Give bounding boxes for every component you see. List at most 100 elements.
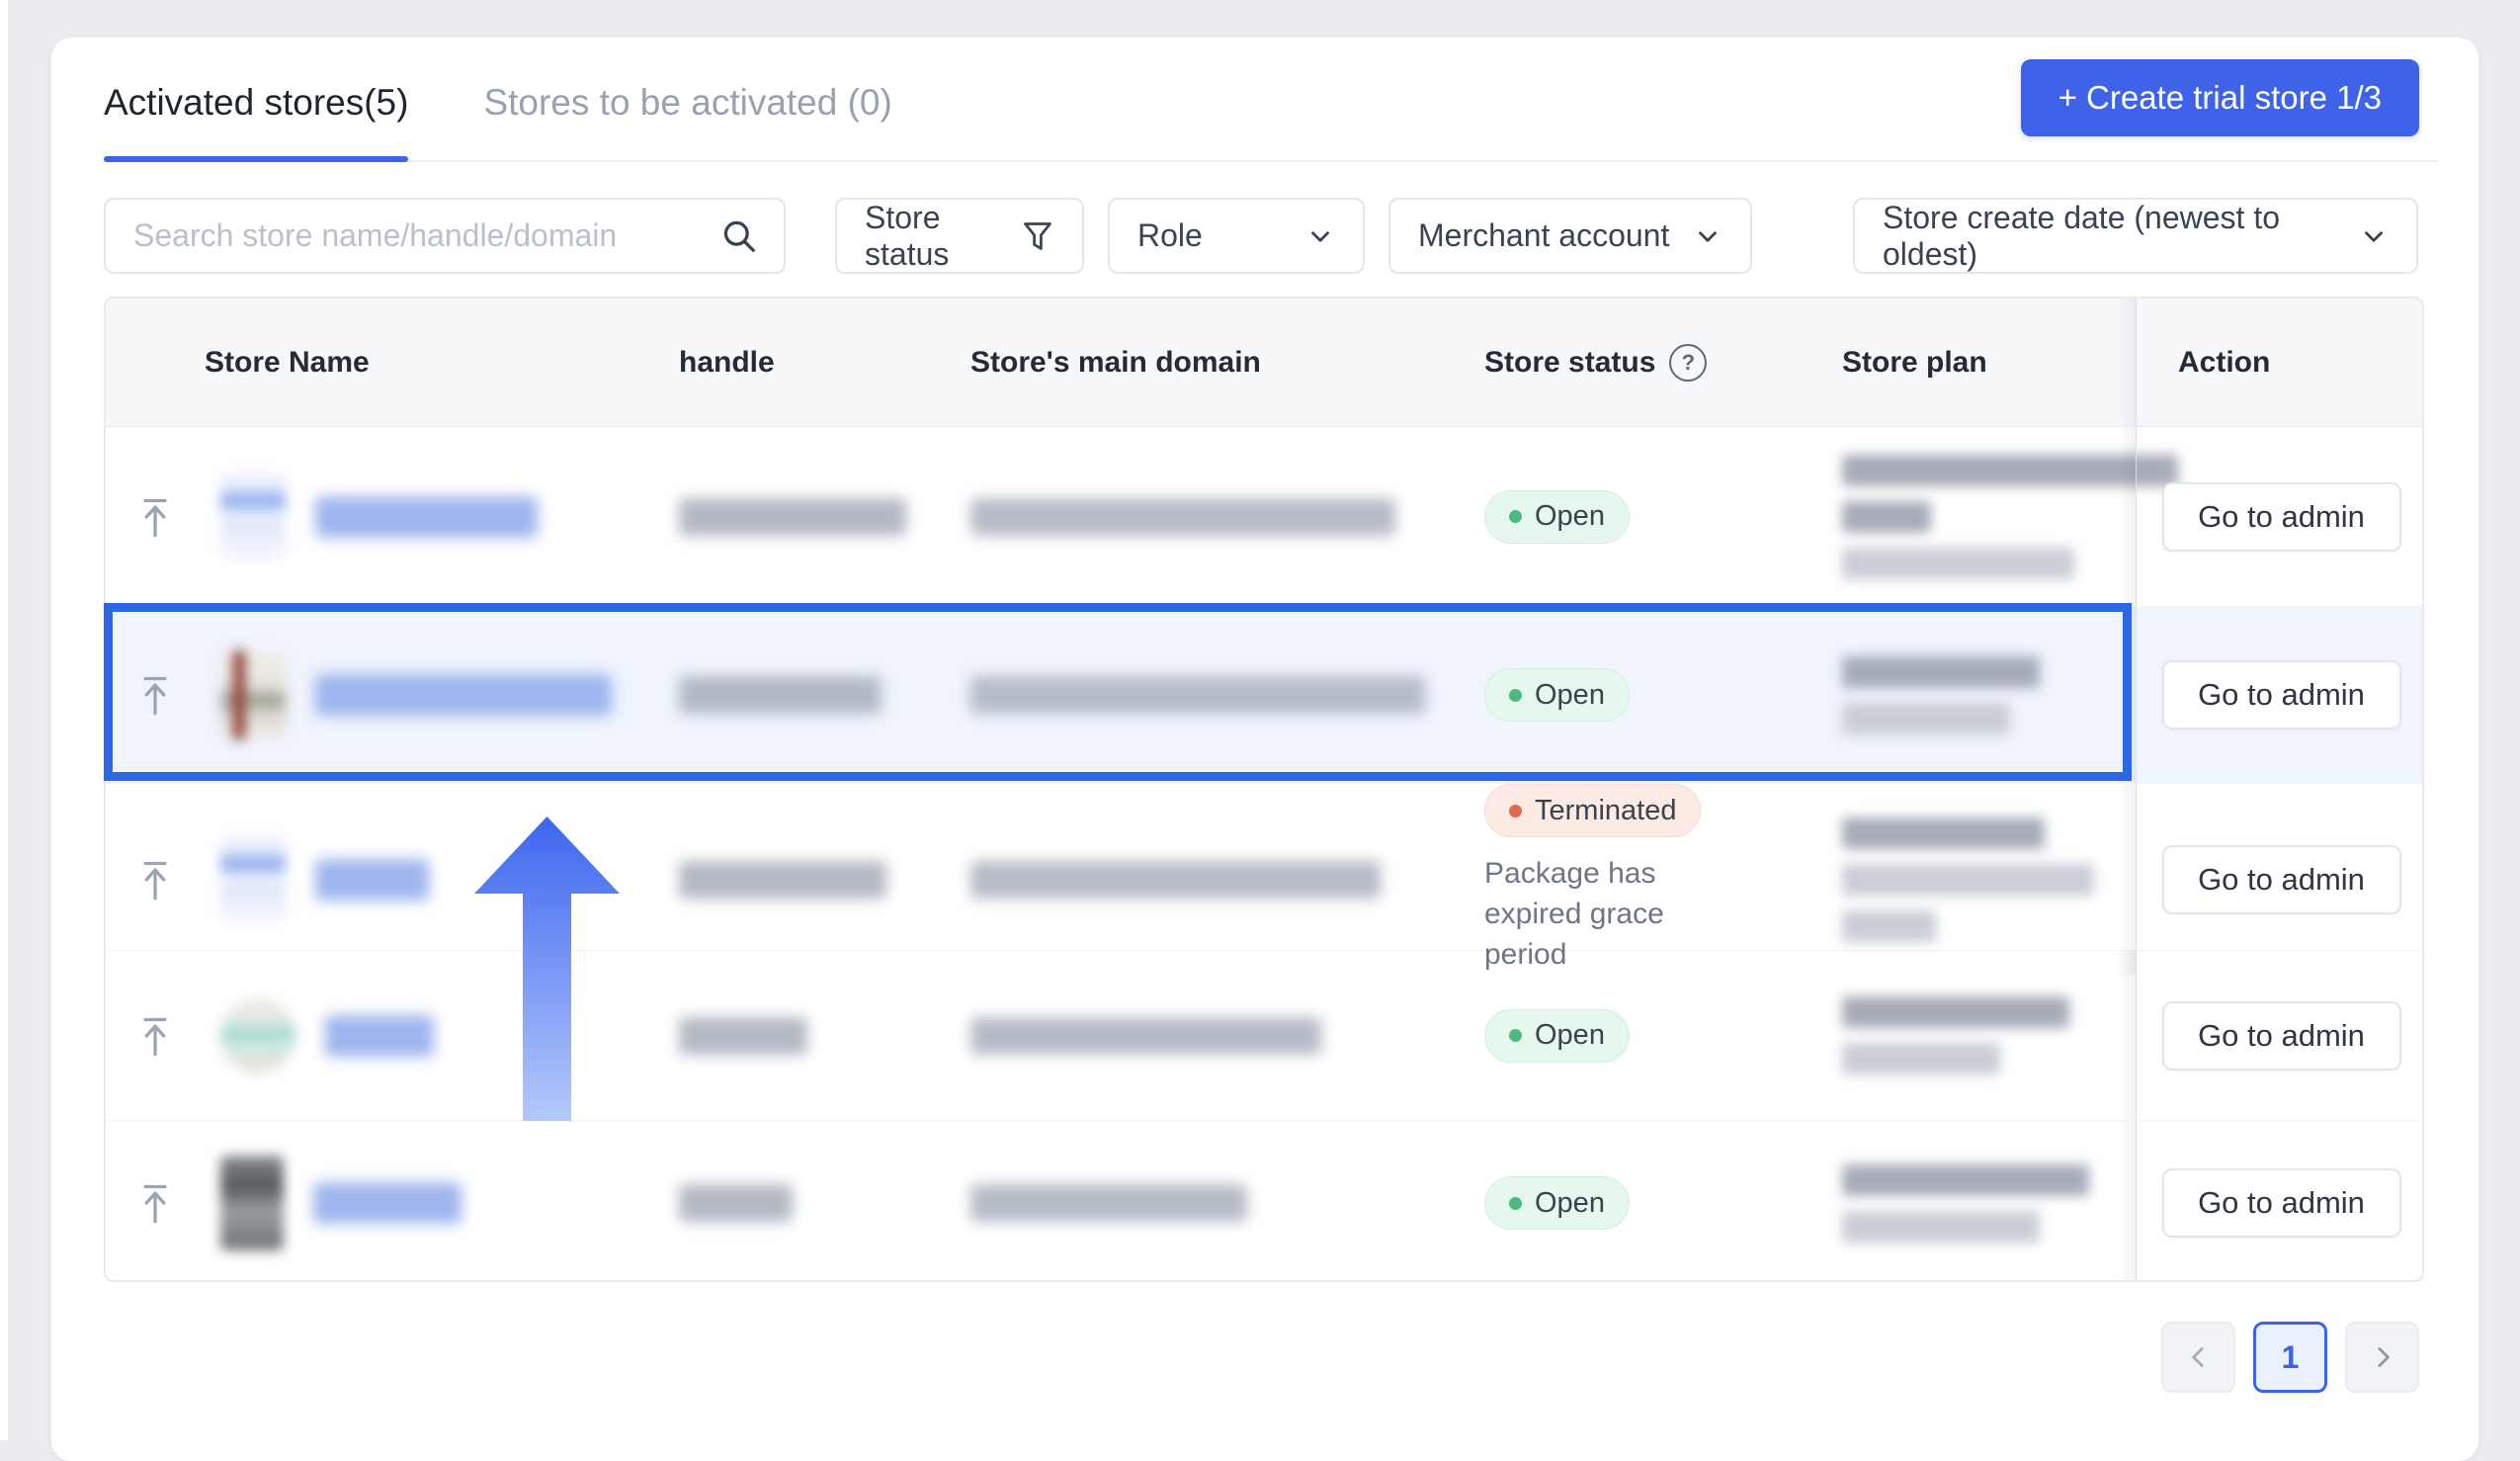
handle-cell — [679, 1121, 970, 1282]
action-cell: Go to admin — [2136, 1121, 2424, 1282]
sort-dropdown[interactable]: Store create date (newest to oldest) — [1853, 198, 2418, 274]
pin-cell — [106, 1121, 205, 1282]
header-handle: handle — [679, 299, 970, 426]
store-name-link[interactable] — [315, 496, 538, 538]
go-to-admin-button[interactable]: Go to admin — [2162, 482, 2401, 552]
store-name-link[interactable] — [315, 859, 429, 901]
pin-cell — [106, 607, 205, 783]
plan-line-redacted — [1842, 1211, 2040, 1243]
status-cell: Open — [1484, 427, 1830, 606]
pin-to-top-icon[interactable] — [136, 1014, 174, 1058]
pagination-next-button[interactable] — [2345, 1322, 2419, 1393]
plan-line-redacted — [1842, 910, 1936, 942]
status-dot-icon — [1509, 510, 1522, 523]
pin-to-top-icon[interactable] — [136, 673, 174, 717]
domain-cell — [970, 607, 1484, 783]
store-logo — [220, 835, 286, 924]
go-to-admin-button[interactable]: Go to admin — [2162, 1001, 2401, 1071]
domain-cell — [970, 427, 1484, 606]
sort-dropdown-label: Store create date (newest to oldest) — [1883, 200, 2337, 273]
filter-row: Store status Role Merchant account — [104, 198, 2419, 274]
handle-cell — [679, 607, 970, 783]
role-filter[interactable]: Role — [1108, 198, 1365, 274]
chevron-left-icon — [2184, 1342, 2214, 1372]
status-badge: Open — [1484, 1176, 1630, 1230]
header-store-plan: Store plan — [1830, 299, 2136, 426]
table-body: Open Go to admin — [106, 427, 2422, 1282]
header-pin-column — [106, 299, 205, 426]
domain-cell — [970, 951, 1484, 1120]
store-name-cell — [205, 427, 679, 606]
store-plan-redacted — [1830, 427, 2136, 606]
pin-cell — [106, 951, 205, 1120]
store-name-link[interactable] — [325, 1015, 434, 1057]
store-name-cell — [205, 607, 679, 783]
plan-line-redacted — [1842, 656, 2040, 688]
filter-funnel-icon — [1021, 219, 1054, 253]
go-to-admin-button[interactable]: Go to admin — [2162, 660, 2401, 730]
store-handle-redacted — [679, 676, 882, 714]
store-domain-redacted — [970, 676, 1425, 714]
plan-line-redacted — [1842, 703, 2010, 734]
pagination: 1 — [2161, 1322, 2419, 1393]
search-box — [104, 198, 786, 274]
table-row: Open Go to admin — [106, 1121, 2422, 1282]
action-cell: Go to admin — [2136, 784, 2424, 975]
status-dot-icon — [1509, 1197, 1522, 1210]
handle-cell — [679, 427, 970, 606]
tab-stores-to-be-activated[interactable]: Stores to be activated (0) — [483, 84, 891, 160]
merchant-account-filter[interactable]: Merchant account — [1388, 198, 1752, 274]
plan-line-redacted — [1842, 1043, 2000, 1074]
plan-line-redacted — [1842, 817, 2045, 849]
status-badge: Open — [1484, 668, 1630, 722]
tab-activated-stores[interactable]: Activated stores(5) — [104, 84, 408, 160]
store-plan-redacted — [1830, 607, 2136, 783]
plan-line-redacted — [1842, 455, 2178, 486]
store-logo — [220, 650, 286, 739]
pin-to-top-icon[interactable] — [136, 1181, 174, 1225]
status-dot-icon — [1509, 1029, 1522, 1042]
table-row: Open Go to admin — [106, 607, 2422, 784]
store-handle-redacted — [679, 1184, 793, 1222]
header-action: Action — [2136, 299, 2424, 426]
go-to-admin-button[interactable]: Go to admin — [2162, 1168, 2401, 1238]
table-row: Terminated Package has expired grace per… — [106, 784, 2422, 951]
store-name-link[interactable] — [315, 674, 612, 716]
plan-line-redacted — [1842, 1164, 2089, 1196]
status-label: Open — [1535, 679, 1605, 712]
pagination-prev-button[interactable] — [2161, 1322, 2235, 1393]
store-plan-redacted — [1830, 951, 2136, 1120]
merchant-account-filter-label: Merchant account — [1418, 217, 1669, 254]
header-store-name: Store Name — [205, 299, 679, 426]
handle-cell — [679, 951, 970, 1120]
store-name-link[interactable] — [313, 1182, 462, 1224]
status-cell: Open — [1484, 951, 1830, 1120]
action-cell: Go to admin — [2136, 427, 2424, 606]
status-label: Terminated — [1535, 795, 1676, 827]
status-badge: Open — [1484, 1009, 1630, 1063]
table-row: Open Go to admin — [106, 427, 2422, 607]
store-name-cell — [205, 951, 679, 1120]
table-header: Store Name handle Store's main domain St… — [106, 299, 2422, 427]
status-cell: Terminated Package has expired grace per… — [1484, 784, 1830, 975]
status-label: Open — [1535, 500, 1605, 533]
pin-to-top-icon[interactable] — [136, 858, 174, 902]
pin-to-top-icon[interactable] — [136, 495, 174, 539]
status-label: Open — [1535, 1019, 1605, 1052]
stores-panel: Activated stores(5) Stores to be activat… — [51, 38, 2478, 1461]
domain-cell — [970, 1121, 1484, 1282]
store-status-filter[interactable]: Store status — [835, 198, 1084, 274]
search-input[interactable] — [131, 216, 720, 255]
chevron-down-icon — [1693, 221, 1722, 251]
store-handle-redacted — [679, 861, 886, 899]
help-icon[interactable]: ? — [1669, 344, 1707, 382]
status-badge: Open — [1484, 490, 1630, 544]
table-row: Open Go to admin — [106, 951, 2422, 1121]
go-to-admin-button[interactable]: Go to admin — [2162, 845, 2401, 914]
chevron-down-icon — [2359, 221, 2389, 251]
pagination-page-1[interactable]: 1 — [2253, 1322, 2327, 1393]
store-handle-redacted — [679, 1017, 807, 1055]
create-trial-store-button[interactable]: + Create trial store 1/3 — [2021, 59, 2419, 136]
store-name-cell — [205, 784, 679, 975]
store-logo — [220, 998, 295, 1074]
